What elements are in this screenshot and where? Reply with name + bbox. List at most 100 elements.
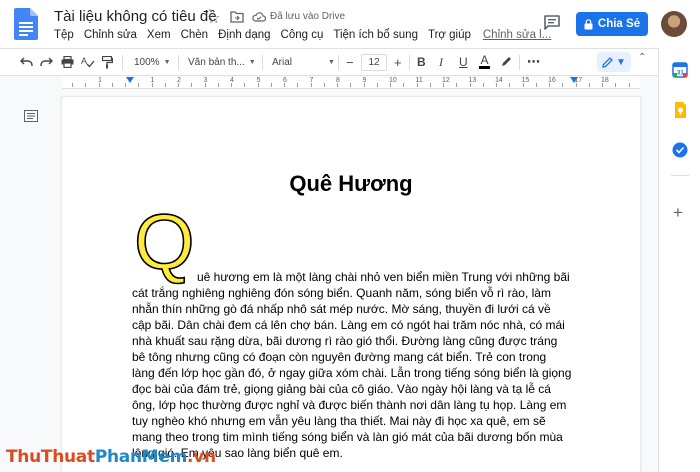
paragraph-style-select[interactable]: Văn bản th... ▼ xyxy=(188,49,256,75)
left-indent-marker[interactable] xyxy=(126,77,134,83)
zoom-value: 100% xyxy=(134,56,160,68)
text-color-glyph: A xyxy=(480,53,489,67)
pencil-icon xyxy=(602,56,613,68)
font-size-decrease-button[interactable]: − xyxy=(346,49,354,75)
ruler-tick xyxy=(496,83,497,87)
comment-history-icon[interactable] xyxy=(543,14,561,32)
watermark-part2: PhanMem xyxy=(94,447,188,467)
side-panel: 31 + xyxy=(658,48,700,472)
docs-logo-icon[interactable] xyxy=(14,8,38,40)
underline-button[interactable]: U xyxy=(459,49,468,75)
cloud-saved-icon[interactable] xyxy=(252,11,266,22)
ruler-tick xyxy=(390,83,391,87)
menu-addons[interactable]: Tiện ích bổ sung xyxy=(333,29,418,41)
ruler-tick xyxy=(615,83,617,87)
ruler-tick xyxy=(337,83,338,87)
menu-help[interactable]: Trợ giúp xyxy=(428,29,471,41)
share-button[interactable]: Chia Sẻ xyxy=(576,12,648,36)
ruler-tick xyxy=(191,83,193,87)
ruler-tick xyxy=(416,83,418,87)
spellcheck-icon[interactable]: A xyxy=(81,49,95,75)
ruler-tick xyxy=(85,83,87,87)
ruler-tick xyxy=(231,83,232,87)
ruler-tick xyxy=(350,83,352,87)
font-size-input[interactable]: 12 xyxy=(361,54,387,71)
ruler-tick xyxy=(217,83,219,87)
menu-edit[interactable]: Chỉnh sửa xyxy=(84,29,137,41)
zoom-select[interactable]: 100% ▼ xyxy=(134,49,171,75)
ruler-tick xyxy=(138,83,140,87)
ruler-tick xyxy=(72,83,73,87)
ruler-tick xyxy=(178,83,179,87)
toolbar: A 100% ▼ Văn bản th... ▼ Arial ▼ − 12 + B I… xyxy=(0,48,658,76)
ruler-tick xyxy=(482,83,484,87)
font-size-increase-button[interactable]: + xyxy=(394,49,402,75)
editing-mode-button[interactable]: ▼ xyxy=(597,52,631,72)
watermark-part3: .vn xyxy=(187,447,216,467)
keep-icon[interactable] xyxy=(672,102,688,118)
menu-tools[interactable]: Công cụ xyxy=(281,29,324,41)
ruler-tick xyxy=(602,83,603,87)
redo-icon[interactable] xyxy=(40,49,53,75)
ruler-tick xyxy=(363,83,365,87)
ruler-tick xyxy=(244,83,246,87)
menu-format[interactable]: Định dạng xyxy=(218,29,270,41)
paint-format-icon[interactable] xyxy=(102,49,113,75)
text-color-swatch xyxy=(479,66,490,69)
ruler-strip: 1 1 2 3 4 5 6 7 8 9 10 11 12 13 14 15 16 17 18 xyxy=(62,77,640,89)
ruler-tick xyxy=(469,83,471,87)
doc-heading: Quê Hương xyxy=(289,171,413,196)
font-select[interactable]: Arial ▼ xyxy=(272,49,335,75)
ruler-tick xyxy=(535,83,537,87)
lock-icon xyxy=(584,18,593,29)
ruler-tick xyxy=(257,83,259,87)
ruler-tick xyxy=(323,83,325,87)
tasks-icon[interactable] xyxy=(672,142,688,158)
ruler-tick xyxy=(284,83,285,87)
calendar-icon[interactable]: 31 xyxy=(672,62,688,78)
doc-first-line: uê hương em là một làng chài nhỏ ven biể… xyxy=(197,270,570,284)
doc-body[interactable]: uê hương em là một làng chài nhỏ ven biể… xyxy=(132,269,572,461)
ruler-tick xyxy=(297,83,299,87)
ruler-tick xyxy=(456,83,458,87)
italic-button[interactable]: I xyxy=(439,49,443,75)
ruler-tick xyxy=(562,83,564,87)
text-color-button[interactable]: A xyxy=(479,49,490,75)
ruler-tick xyxy=(164,83,166,87)
ruler-tick xyxy=(509,83,511,87)
svg-text:31: 31 xyxy=(677,71,684,77)
highlight-icon[interactable] xyxy=(500,49,512,75)
print-icon[interactable] xyxy=(61,49,74,75)
ruler: 1 1 2 3 4 5 6 7 8 9 10 11 12 13 14 15 16 17 18 xyxy=(0,77,658,89)
watermark-logo: ThuThuatPhanMem.vn xyxy=(6,447,216,467)
ruler-tick xyxy=(549,83,550,87)
add-addon-icon[interactable]: + xyxy=(673,204,683,221)
ruler-tick xyxy=(270,83,272,87)
paragraph-style-value: Văn bản th... xyxy=(188,56,245,68)
watermark-part1: ThuThuat xyxy=(6,447,95,467)
avatar[interactable] xyxy=(661,11,687,37)
document-outline-icon[interactable] xyxy=(24,110,38,122)
menu-view[interactable]: Xem xyxy=(147,29,171,41)
share-label: Chia Sẻ xyxy=(597,18,641,30)
ruler-tick xyxy=(628,83,630,87)
star-icon[interactable]: ☆ xyxy=(207,9,220,27)
ruler-tick xyxy=(403,83,405,87)
menu-file[interactable]: Tệp xyxy=(54,29,74,41)
doc-title[interactable]: Tài liệu không có tiêu đề xyxy=(54,8,217,25)
menu-insert[interactable]: Chèn xyxy=(181,29,209,41)
ruler-tick xyxy=(575,83,577,87)
move-folder-icon[interactable] xyxy=(230,11,244,23)
font-value: Arial xyxy=(272,56,293,68)
ruler-tick xyxy=(429,83,431,87)
document-page[interactable]: Quê Hương Q uê hương em là một làng chài… xyxy=(62,97,640,472)
undo-icon[interactable] xyxy=(20,49,33,75)
last-edit-link[interactable]: Chỉnh sửa l... xyxy=(483,29,551,41)
more-tools-button[interactable]: ⋯ xyxy=(527,49,540,75)
collapse-menus-icon[interactable]: ⌃ xyxy=(638,52,646,63)
ruler-tick xyxy=(443,83,444,87)
doc-paragraph: cát trắng nghiêng nghiêng đón sóng biển.… xyxy=(132,286,572,460)
ruler-tick xyxy=(125,83,126,87)
title-bar: Tài liệu không có tiêu đề ☆ Đã lưu vào D… xyxy=(0,0,700,48)
bold-button[interactable]: B xyxy=(417,49,426,75)
